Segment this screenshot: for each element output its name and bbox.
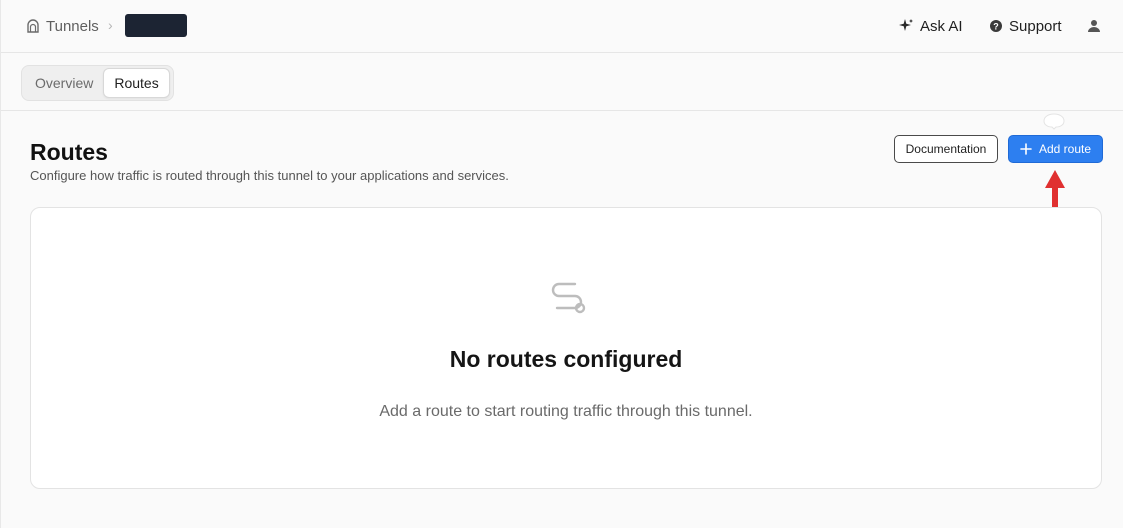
cursor-bubble-icon bbox=[1043, 113, 1065, 130]
empty-state-title: No routes configured bbox=[449, 346, 683, 372]
route-icon bbox=[551, 282, 586, 314]
tab-bar: Overview Routes bbox=[1, 54, 1123, 111]
user-menu-button[interactable] bbox=[1087, 15, 1101, 37]
ask-ai-label: Ask AI bbox=[920, 17, 963, 35]
tab-routes[interactable]: Routes bbox=[103, 68, 170, 98]
breadcrumb-label: Tunnels bbox=[46, 17, 99, 35]
tab-overview[interactable]: Overview bbox=[25, 68, 103, 98]
svg-text:?: ? bbox=[993, 22, 999, 32]
documentation-button[interactable]: Documentation bbox=[894, 135, 998, 163]
breadcrumb-current-redacted[interactable] bbox=[125, 14, 187, 37]
breadcrumb-separator: › bbox=[108, 17, 113, 33]
top-bar: Tunnels › Ask AI ? Support bbox=[1, 0, 1123, 53]
tabs: Overview Routes bbox=[21, 65, 174, 101]
page-subtitle: Configure how traffic is routed through … bbox=[30, 168, 509, 183]
ask-ai-button[interactable]: Ask AI bbox=[898, 15, 963, 37]
tunnel-icon bbox=[27, 19, 39, 33]
empty-state-description: Add a route to start routing traffic thr… bbox=[379, 403, 753, 420]
support-button[interactable]: ? Support bbox=[989, 15, 1062, 37]
page: Tunnels › Ask AI ? Support Overview Rout… bbox=[0, 0, 1123, 528]
user-icon bbox=[1088, 20, 1100, 32]
plus-icon bbox=[1020, 143, 1032, 155]
help-circle-icon: ? bbox=[990, 20, 1002, 32]
add-route-button[interactable]: Add route bbox=[1008, 135, 1103, 163]
empty-state-card: No routes configured Add a route to star… bbox=[30, 207, 1102, 489]
support-label: Support bbox=[1009, 17, 1062, 35]
sparkle-icon bbox=[899, 19, 913, 31]
add-route-label: Add route bbox=[1038, 142, 1092, 156]
page-title: Routes bbox=[30, 139, 108, 165]
breadcrumb-tunnels[interactable]: Tunnels bbox=[26, 16, 99, 36]
